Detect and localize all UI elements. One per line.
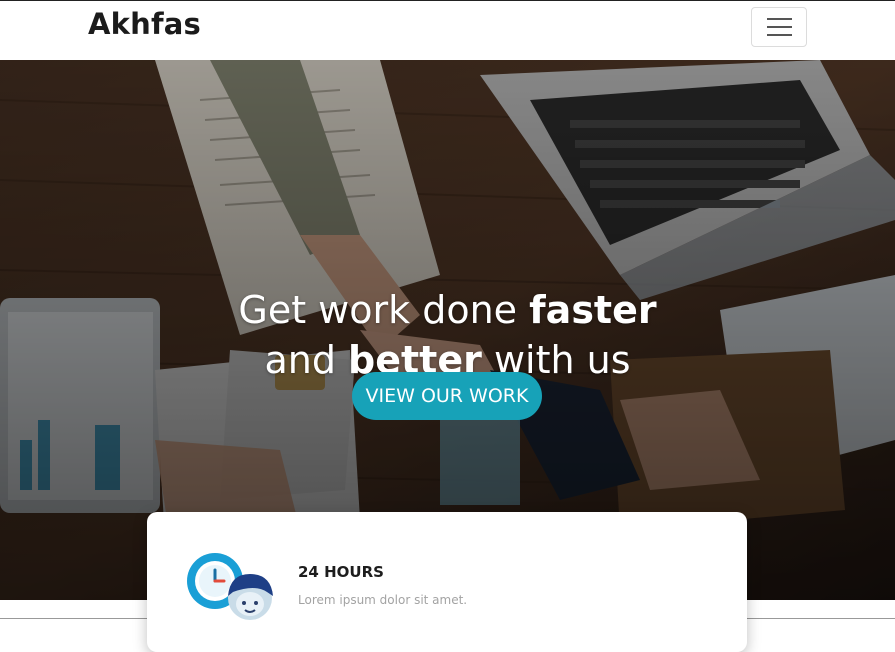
- navbar-toggle-button[interactable]: [751, 7, 807, 47]
- hamburger-bar: [767, 34, 792, 36]
- clock-support-agent-icon: [187, 553, 273, 620]
- navbar: Akhfas: [0, 0, 895, 60]
- brand-logo[interactable]: Akhfas: [88, 7, 201, 41]
- hero-headline: Get work done faster and better with us: [0, 285, 895, 385]
- feature-description: Lorem ipsum dolor sit amet.: [298, 593, 468, 607]
- hamburger-menu-icon: [767, 18, 792, 20]
- headline-line-1: Get work done faster: [0, 285, 895, 335]
- headline-emphasis: faster: [529, 288, 657, 332]
- view-our-work-button[interactable]: VIEW OUR WORK: [352, 372, 542, 420]
- hamburger-bar: [767, 26, 792, 28]
- feature-title: 24 HOURS: [298, 563, 384, 581]
- headline-text: Get work done: [238, 288, 530, 332]
- feature-card: 24 HOURS Lorem ipsum dolor sit amet.: [147, 512, 747, 652]
- headline-text: and: [264, 338, 349, 382]
